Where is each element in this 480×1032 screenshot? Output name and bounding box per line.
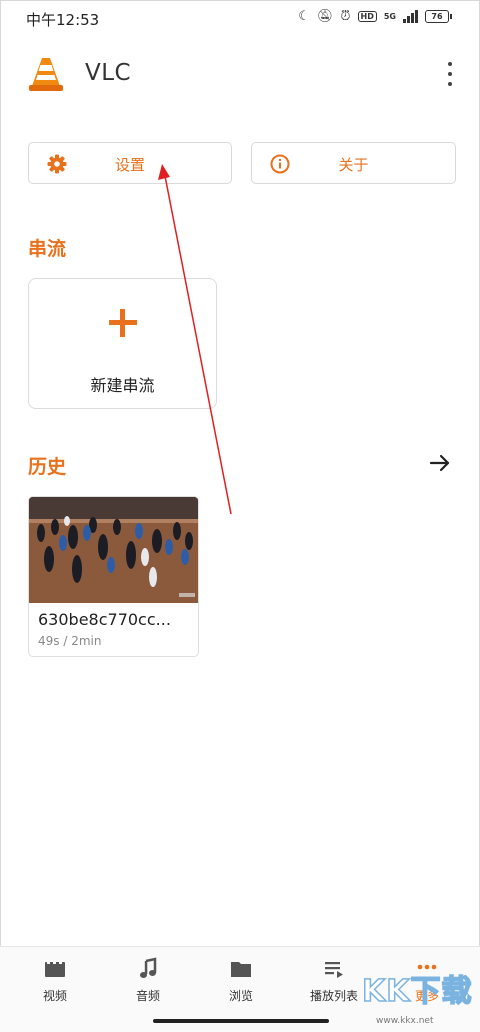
- settings-label: 设置: [114, 156, 145, 174]
- settings-button[interactable]: 设置: [28, 142, 232, 184]
- overflow-menu-icon[interactable]: [444, 62, 456, 86]
- media-progress: 49s / 2min: [38, 634, 102, 648]
- status-bar: 中午12:53 ☾ 🔕︎ ⏰︎ HD 5G 76: [0, 0, 480, 38]
- status-icons: ☾ 🔕︎ ⏰︎ HD 5G 76: [298, 9, 452, 24]
- history-section-title: 历史: [28, 456, 67, 478]
- network-type: 5G: [383, 11, 396, 21]
- video-thumbnail: [29, 497, 198, 603]
- about-button[interactable]: 关于: [251, 142, 456, 184]
- nav-label-video: 视频: [42, 989, 67, 1003]
- battery-level: 76: [425, 10, 449, 23]
- playlist-icon: [325, 962, 343, 978]
- new-stream-label: 新建串流: [90, 376, 155, 395]
- site-watermark: KK下载 www.kkx.net: [361, 966, 474, 1028]
- signal-icon: [403, 10, 418, 23]
- nav-item-video[interactable]: 视频: [10, 957, 100, 1004]
- history-media-card[interactable]: 630be8c770cc... 49s / 2min: [28, 496, 199, 657]
- home-indicator[interactable]: [153, 1019, 329, 1023]
- arrow-right-icon[interactable]: [428, 451, 452, 475]
- hd-badge: HD: [357, 11, 377, 22]
- mute-icon: 🔕︎: [316, 9, 334, 24]
- battery-icon: 76: [425, 10, 452, 23]
- nav-label-audio: 音频: [135, 989, 160, 1003]
- video-icon: [45, 960, 65, 977]
- alarm-icon: ⏰︎: [340, 9, 351, 24]
- vlc-cone-icon: [29, 58, 63, 91]
- status-time: 中午12:53: [26, 11, 100, 29]
- new-stream-card[interactable]: 新建串流: [28, 278, 217, 409]
- plus-icon: [109, 309, 137, 337]
- nav-item-audio[interactable]: 音频: [103, 957, 193, 1004]
- watermark-logo-text: KK下载: [361, 973, 473, 1010]
- about-label: 关于: [338, 156, 369, 174]
- music-note-icon: [140, 957, 157, 978]
- streaming-section-title: 串流: [28, 238, 67, 260]
- folder-icon: [231, 962, 251, 977]
- moon-icon: ☾: [298, 9, 310, 24]
- nav-item-browse[interactable]: 浏览: [196, 957, 286, 1004]
- media-title: 630be8c770cc...: [38, 610, 171, 629]
- watermark-url: www.kkx.net: [376, 1016, 434, 1026]
- app-title: VLC: [85, 60, 132, 86]
- nav-label-browse: 浏览: [228, 989, 253, 1003]
- app-bar: VLC: [0, 44, 480, 104]
